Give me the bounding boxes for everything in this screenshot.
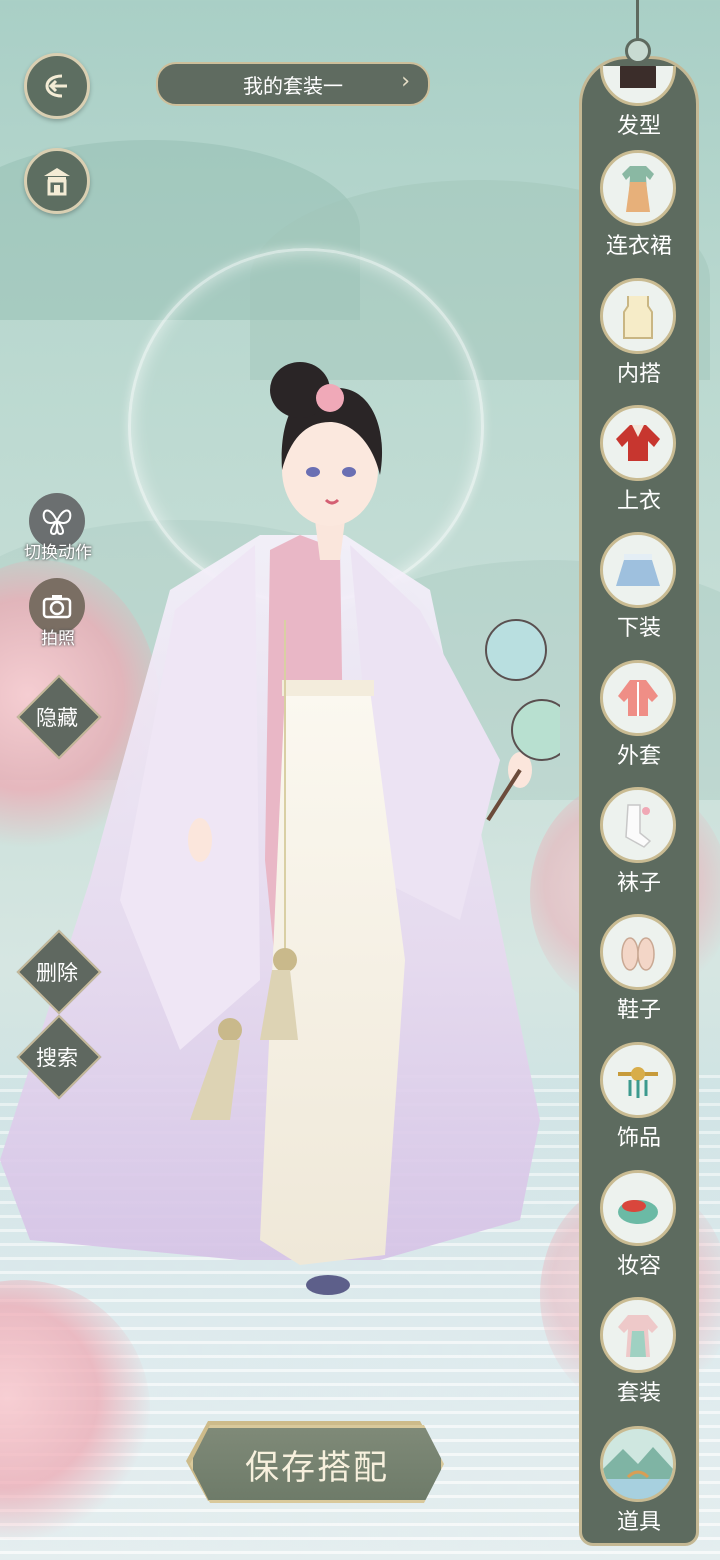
delete-label: 删除 bbox=[36, 961, 78, 985]
butterfly-icon bbox=[42, 509, 72, 536]
shoes-icon bbox=[600, 914, 676, 990]
category-makeup[interactable]: 妆容 bbox=[579, 1170, 699, 1280]
inner-wear-icon bbox=[600, 278, 676, 354]
socks-icon bbox=[600, 787, 676, 863]
category-label: 饰品 bbox=[616, 1126, 661, 1151]
photo-label: 拍照 bbox=[41, 629, 75, 649]
hairstyle-icon bbox=[600, 66, 676, 106]
category-label: 袜子 bbox=[616, 871, 661, 896]
home-pavilion-icon bbox=[44, 168, 70, 196]
coat-icon bbox=[600, 660, 676, 736]
category-skirt[interactable]: 下装 bbox=[579, 532, 699, 642]
home-button[interactable] bbox=[24, 148, 90, 214]
category-label: 上衣 bbox=[616, 489, 661, 514]
category-hairstyle[interactable]: 发型 bbox=[579, 30, 699, 140]
category-label: 妆容 bbox=[616, 1254, 661, 1279]
category-top[interactable]: 上衣 bbox=[579, 405, 699, 515]
category-outfit-set[interactable]: 套装 bbox=[579, 1297, 699, 1407]
save-outfit-label: 保存搭配 bbox=[245, 1447, 389, 1488]
hide-label: 隐藏 bbox=[36, 706, 78, 730]
back-button[interactable] bbox=[24, 53, 90, 119]
props-icon bbox=[600, 1426, 676, 1502]
category-accessory[interactable]: 饰品 bbox=[579, 1042, 699, 1152]
category-label: 外套 bbox=[616, 744, 661, 769]
category-shoes[interactable]: 鞋子 bbox=[579, 914, 699, 1024]
camera-icon bbox=[42, 595, 72, 619]
outfit-set-icon bbox=[600, 1297, 676, 1373]
category-props[interactable]: 道具 bbox=[579, 1426, 699, 1536]
skirt-icon bbox=[600, 532, 676, 608]
category-label: 套装 bbox=[616, 1381, 661, 1406]
category-label: 内搭 bbox=[616, 362, 661, 387]
category-label: 下装 bbox=[616, 616, 661, 641]
category-label: 鞋子 bbox=[616, 998, 661, 1023]
category-label: 道具 bbox=[616, 1510, 661, 1535]
chevron-right-icon: › bbox=[401, 69, 410, 94]
switch-pose-label: 切换动作 bbox=[24, 543, 92, 563]
outfit-name: 我的套装一 bbox=[243, 73, 343, 98]
category-coat[interactable]: 外套 bbox=[579, 660, 699, 770]
character-illustration bbox=[0, 362, 560, 1295]
category-label: 发型 bbox=[616, 114, 661, 139]
search-label: 搜索 bbox=[36, 1046, 78, 1070]
back-arrow-icon bbox=[45, 74, 67, 98]
outfit-name-selector[interactable]: 我的套装一 › bbox=[156, 62, 430, 106]
dress-icon bbox=[600, 150, 676, 226]
category-dress[interactable]: 连衣裙 bbox=[579, 150, 699, 260]
category-inner-wear[interactable]: 内搭 bbox=[579, 278, 699, 388]
save-outfit-button[interactable]: 保存搭配 bbox=[190, 1425, 444, 1503]
category-label: 连衣裙 bbox=[605, 234, 672, 259]
top-icon bbox=[600, 405, 676, 481]
category-socks[interactable]: 袜子 bbox=[579, 787, 699, 897]
makeup-icon bbox=[600, 1170, 676, 1246]
accessory-icon bbox=[600, 1042, 676, 1118]
